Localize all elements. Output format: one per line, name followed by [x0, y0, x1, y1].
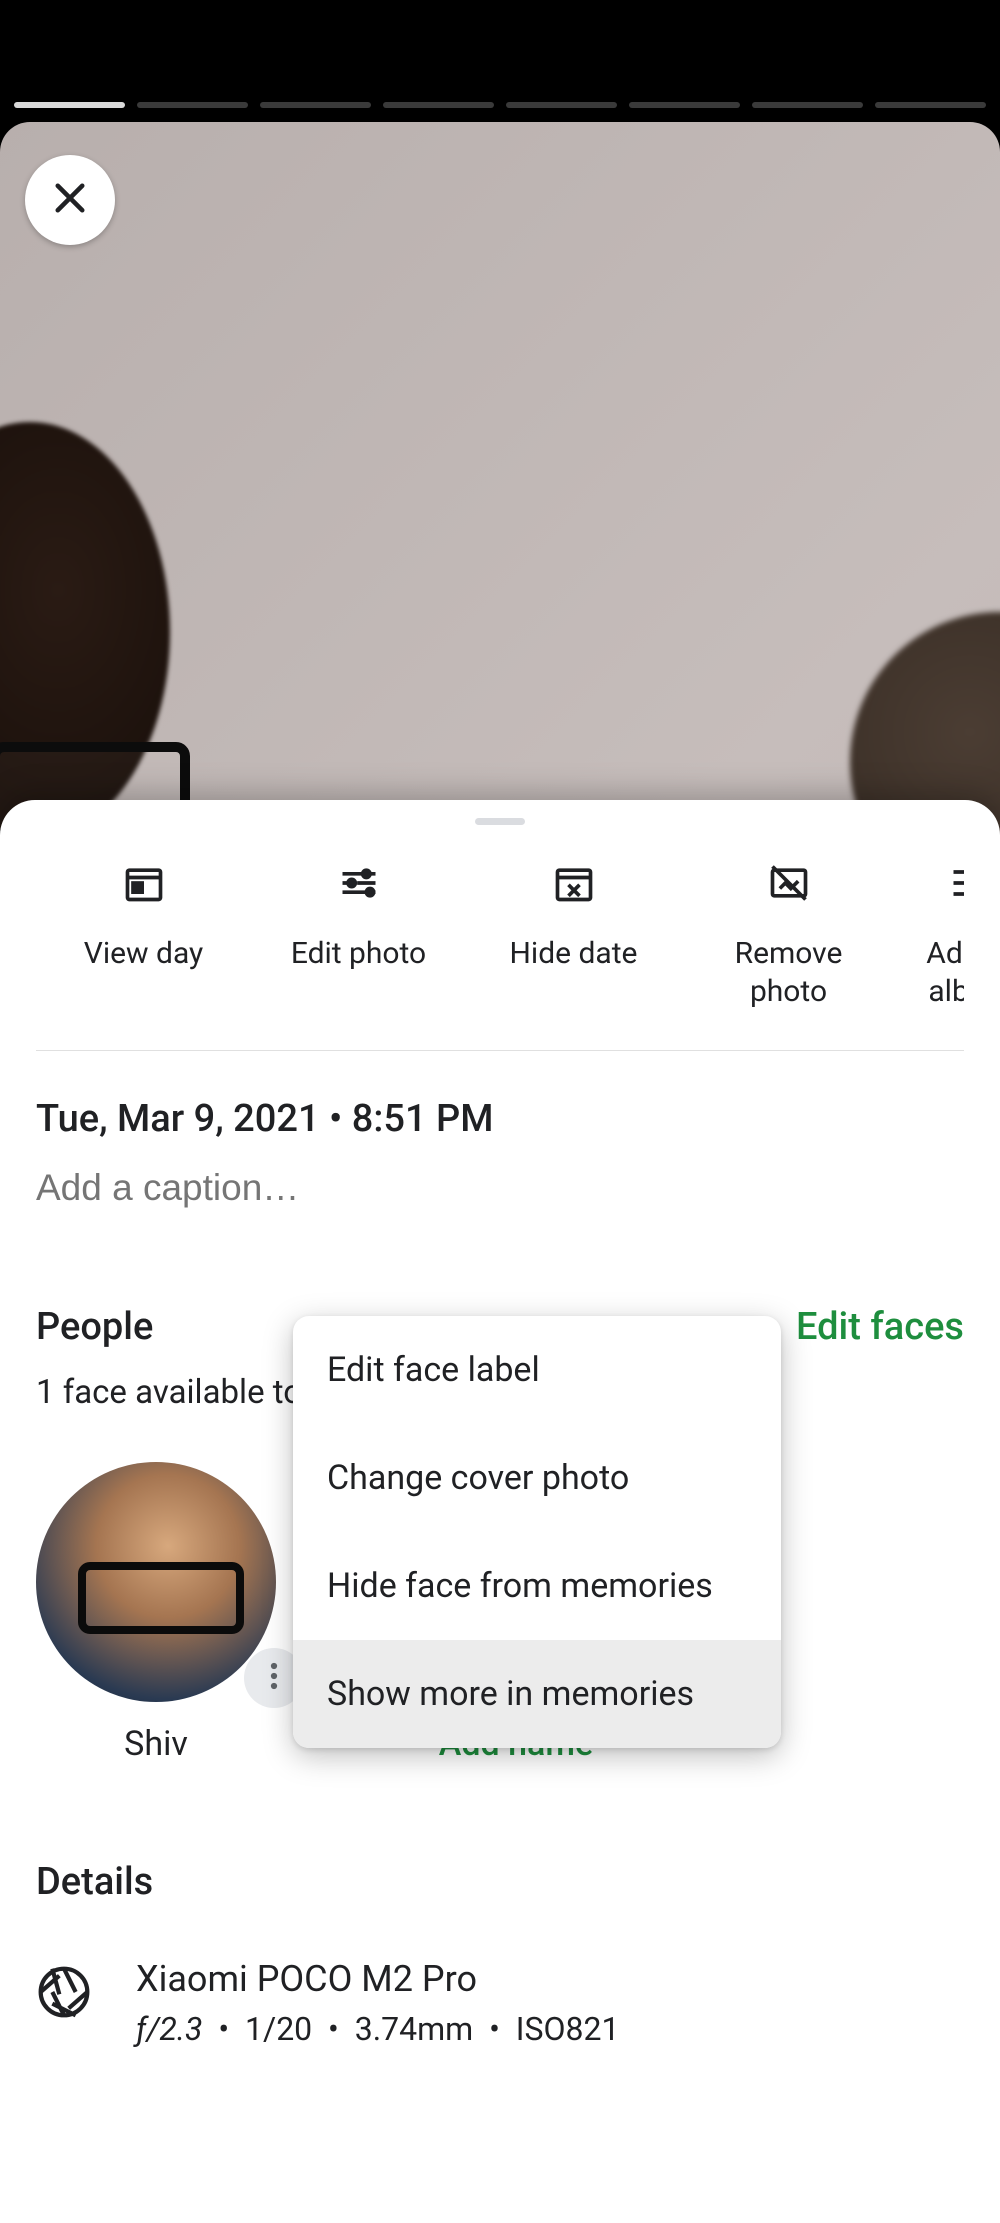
- people-title: People: [36, 1305, 153, 1349]
- progress-seg: [137, 102, 248, 108]
- action-view-day[interactable]: View day: [36, 861, 251, 1010]
- person-name: Shiv: [124, 1724, 188, 1764]
- progress-seg: [260, 102, 371, 108]
- menu-item-show-more[interactable]: Show more in memories: [293, 1640, 781, 1748]
- sheet-grabber[interactable]: [475, 818, 525, 825]
- camera-focal: 3.74mm: [355, 2010, 474, 2048]
- action-hide-date[interactable]: Hide date: [466, 861, 681, 1010]
- close-icon: [49, 177, 91, 223]
- datetime-sep: •: [329, 1097, 352, 1141]
- photo-date: Tue, Mar 9, 2021: [36, 1097, 320, 1141]
- photo-time: 8:51 PM: [352, 1097, 494, 1141]
- aperture-icon: [36, 1958, 92, 2024]
- action-label: Remove photo: [735, 935, 843, 1010]
- progress-seg: [752, 102, 863, 108]
- avatar[interactable]: [36, 1462, 276, 1702]
- edit-faces-link[interactable]: Edit faces: [796, 1305, 964, 1349]
- face-options-menu[interactable]: Edit face label Change cover photo Hide …: [293, 1316, 781, 1748]
- close-button[interactable]: [25, 155, 115, 245]
- more-vert-icon: [270, 1661, 278, 1695]
- caption-input[interactable]: [36, 1167, 964, 1209]
- action-row[interactable]: View day Edit photo Hide date Remove pho…: [36, 825, 964, 1051]
- action-label: Add to album: [926, 935, 964, 1010]
- camera-iso: ISO821: [516, 2010, 620, 2048]
- calendar-x-icon: [552, 861, 596, 913]
- story-progress: [0, 102, 1000, 108]
- playlist-add-icon: [948, 861, 964, 913]
- progress-seg: [383, 102, 494, 108]
- menu-item-hide-face[interactable]: Hide face from memories: [293, 1532, 781, 1640]
- progress-seg: [506, 102, 617, 108]
- details-title: Details: [36, 1860, 964, 1904]
- camera-shutter: 1/20: [245, 2010, 312, 2048]
- action-label: Edit photo: [291, 935, 426, 973]
- action-remove-photo[interactable]: Remove photo: [681, 861, 896, 1010]
- progress-seg: [629, 102, 740, 108]
- action-label: Hide date: [510, 935, 638, 973]
- progress-seg: [14, 102, 125, 108]
- camera-aperture: ƒ/2.3: [136, 2010, 202, 2048]
- calendar-day-icon: [122, 861, 166, 913]
- photo-datetime[interactable]: Tue, Mar 9, 2021 • 8:51 PM: [36, 1097, 964, 1141]
- image-off-icon: [767, 861, 811, 913]
- action-add-to-album[interactable]: Add to album: [890, 861, 964, 1010]
- camera-specs: ƒ/2.3 • 1/20 • 3.74mm • ISO821: [136, 2010, 619, 2048]
- menu-item-edit-face-label[interactable]: Edit face label: [293, 1316, 781, 1424]
- action-edit-photo[interactable]: Edit photo: [251, 861, 466, 1010]
- menu-item-change-cover[interactable]: Change cover photo: [293, 1424, 781, 1532]
- person-shiv[interactable]: Shiv: [36, 1462, 276, 1764]
- sliders-icon: [337, 861, 381, 913]
- progress-seg: [875, 102, 986, 108]
- camera-detail-row: Xiaomi POCO M2 Pro ƒ/2.3 • 1/20 • 3.74mm…: [36, 1958, 964, 2048]
- camera-model: Xiaomi POCO M2 Pro: [136, 1958, 619, 2000]
- action-label: View day: [84, 935, 204, 973]
